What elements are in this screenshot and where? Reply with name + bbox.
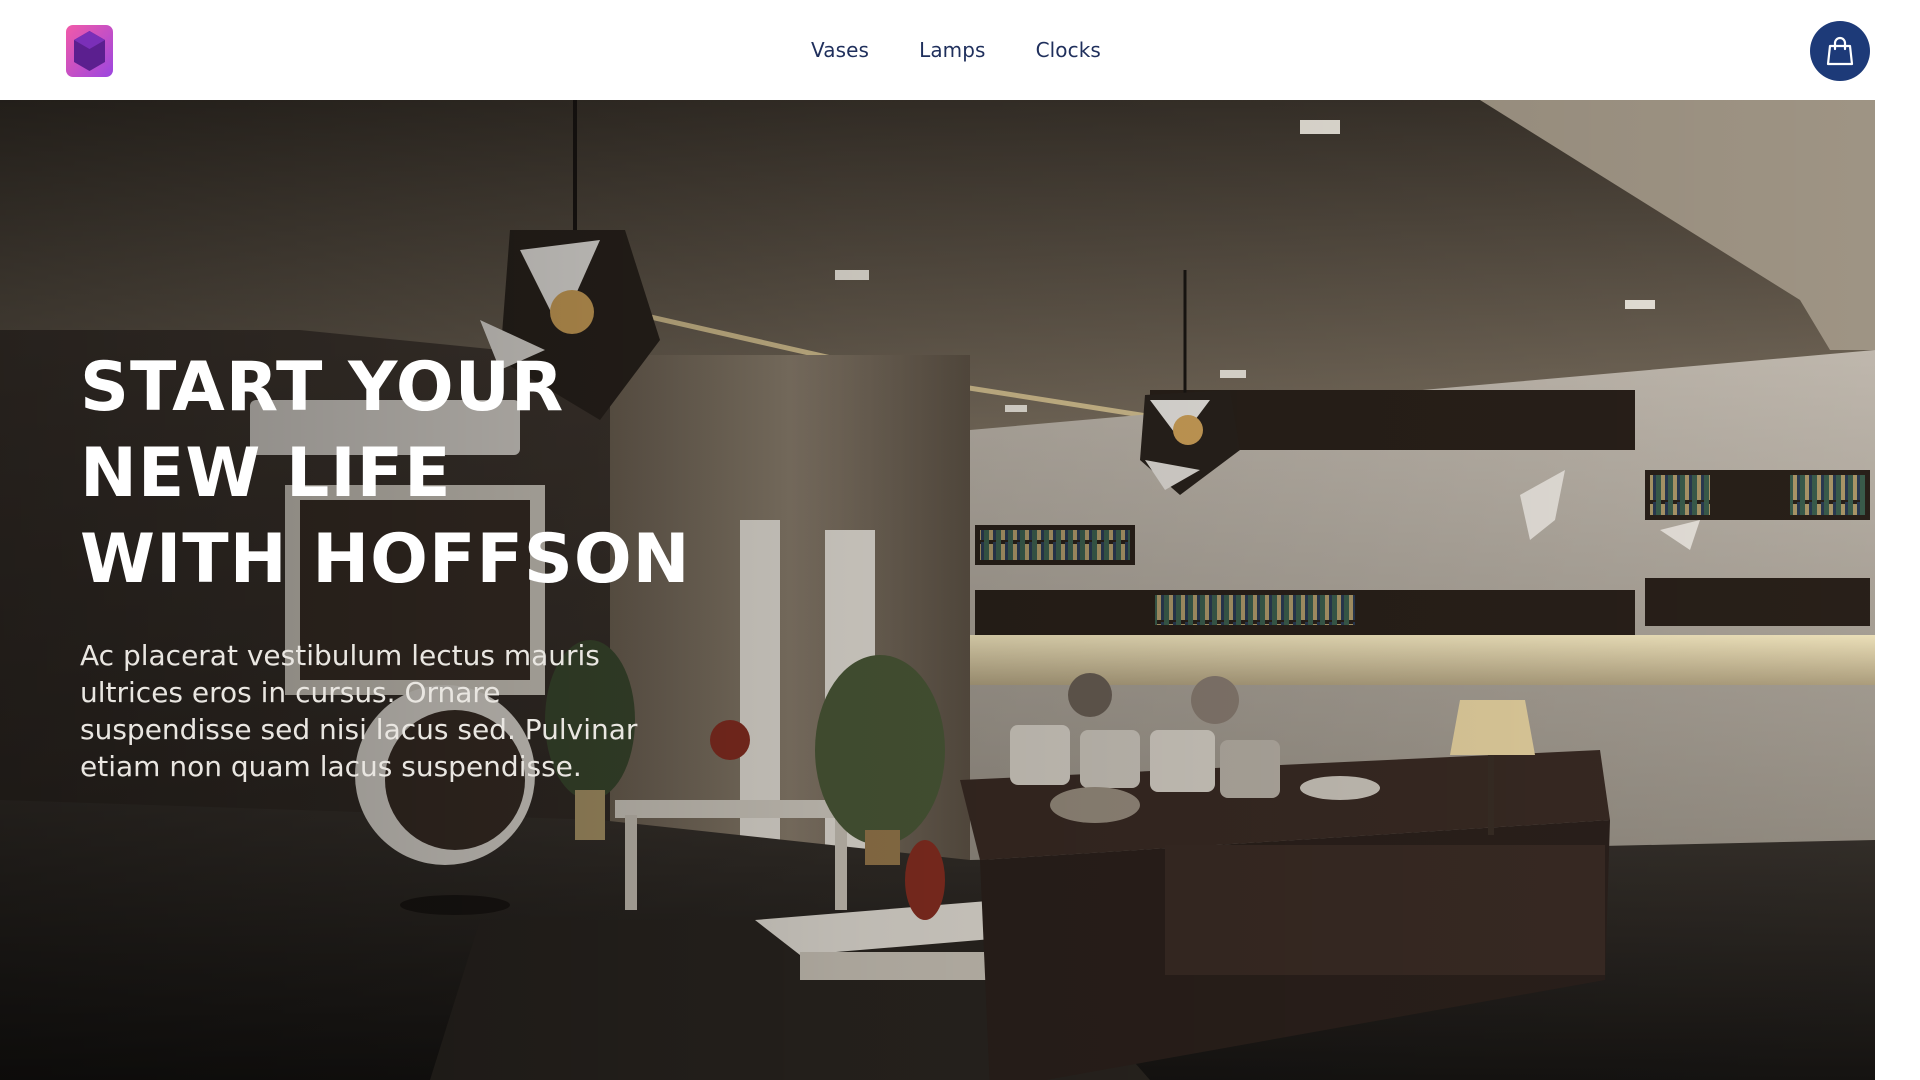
hero-title: START YOUR NEW LIFE WITH HOFFSON — [80, 345, 780, 603]
nav-link-lamps[interactable]: Lamps — [919, 38, 986, 62]
page-edge-strip — [1875, 100, 1920, 1080]
hero-title-line: WITH HOFFSON — [80, 520, 691, 599]
nav-link-vases[interactable]: Vases — [811, 38, 869, 62]
hero-section: START YOUR NEW LIFE WITH HOFFSON Ac plac… — [0, 100, 1875, 1080]
hero-description: Ac placerat vestibulum lectus mauris ult… — [80, 639, 638, 783]
nav-link-clocks[interactable]: Clocks — [1036, 38, 1101, 62]
shopping-bag-icon — [1826, 36, 1854, 66]
main-nav: Vases Lamps Clocks — [0, 0, 1920, 100]
hero-title-line: START YOUR — [80, 348, 565, 427]
cart-button[interactable] — [1810, 21, 1870, 81]
site-header: Vases Lamps Clocks — [0, 0, 1920, 100]
hero-title-line: NEW LIFE — [80, 434, 452, 513]
